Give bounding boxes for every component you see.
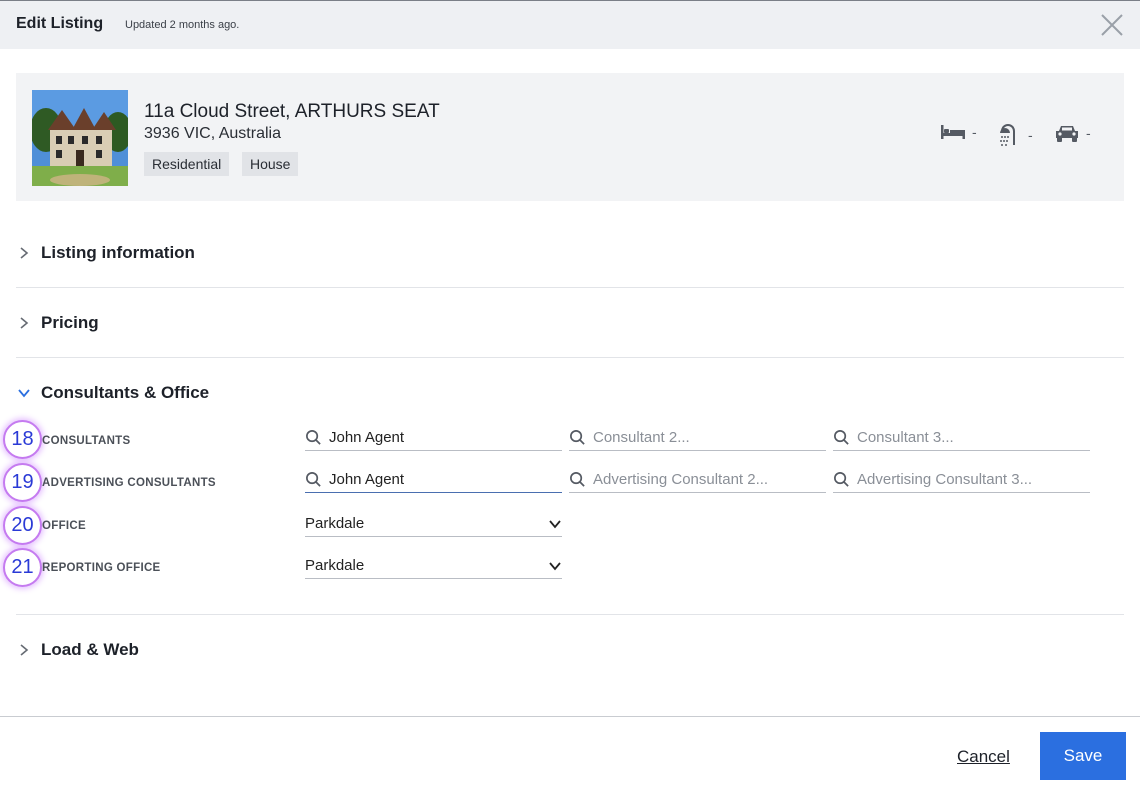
shower-icon	[998, 123, 1022, 147]
annotation-badge: 20	[3, 506, 42, 545]
chevron-down-icon	[549, 519, 561, 528]
property-summary-card: 11a Cloud Street, ARTHURS SEAT 3936 VIC,…	[16, 73, 1124, 201]
bathrooms-value: -	[1028, 127, 1033, 143]
property-address: 11a Cloud Street, ARTHURS SEAT	[144, 101, 440, 122]
office-value: Parkdale	[305, 515, 365, 532]
consultants-label: CONSULTANTS	[42, 435, 131, 447]
bed-icon	[940, 123, 966, 141]
annotation-badge: 21	[3, 548, 42, 587]
bathrooms-feature: -	[998, 123, 1033, 147]
property-photo	[32, 90, 128, 186]
chevron-down-icon	[18, 389, 30, 398]
property-locality: 3936 VIC, Australia	[144, 125, 281, 142]
divider	[16, 357, 1124, 358]
chevron-right-icon	[20, 644, 29, 656]
reporting-office-value: Parkdale	[305, 557, 365, 574]
office-select[interactable]: Parkdale	[305, 511, 562, 537]
modal-title: Edit Listing	[16, 15, 104, 32]
advertising-consultant-3-input[interactable]	[857, 471, 1077, 488]
divider	[16, 287, 1124, 288]
chevron-right-icon	[20, 247, 29, 259]
section-title-listing-information: Listing information	[41, 243, 195, 262]
tag-residential: Residential	[144, 152, 230, 176]
car-icon	[1054, 123, 1080, 143]
section-title-load-web: Load & Web	[41, 640, 139, 659]
search-icon	[570, 430, 585, 445]
consultant-3-input[interactable]	[857, 429, 1077, 446]
reporting-office-select[interactable]: Parkdale	[305, 553, 562, 579]
advertising-consultants-label: ADVERTISING CONSULTANTS	[42, 477, 216, 489]
last-updated-text: Updated 2 months ago.	[125, 19, 240, 31]
section-title-consultants-office: Consultants & Office	[41, 383, 210, 402]
pricing-toggle[interactable]: Pricing	[16, 313, 99, 333]
annotation-badge: 19	[3, 463, 42, 502]
advertising-consultant-2-input[interactable]	[593, 471, 813, 488]
annotation-badge: 18	[3, 420, 42, 459]
bedrooms-value: -	[972, 124, 977, 140]
carspaces-value: -	[1086, 125, 1091, 141]
save-button[interactable]: Save	[1040, 732, 1126, 780]
office-label: OFFICE	[42, 520, 86, 532]
consultants-office-toggle[interactable]: Consultants & Office	[16, 383, 209, 403]
load-web-toggle[interactable]: Load & Web	[16, 640, 139, 660]
search-icon	[306, 472, 321, 487]
modal-header: Edit Listing Updated 2 months ago.	[0, 0, 1140, 49]
cancel-button[interactable]: Cancel	[957, 747, 1010, 767]
advertising-consultant-2-field[interactable]	[569, 467, 826, 493]
section-title-pricing: Pricing	[41, 313, 99, 332]
consultant-2-field[interactable]	[569, 425, 826, 451]
search-icon	[834, 472, 849, 487]
chevron-right-icon	[20, 317, 29, 329]
close-icon[interactable]	[1100, 13, 1124, 37]
search-icon	[306, 430, 321, 445]
bedrooms-feature: -	[940, 123, 977, 141]
divider	[16, 614, 1124, 615]
modal-footer: Cancel Save	[0, 716, 1140, 793]
advertising-consultant-1-input[interactable]	[329, 471, 549, 488]
listing-information-toggle[interactable]: Listing information	[16, 243, 195, 263]
search-icon	[834, 430, 849, 445]
advertising-consultant-3-field[interactable]	[833, 467, 1090, 493]
consultant-3-field[interactable]	[833, 425, 1090, 451]
consultant-2-input[interactable]	[593, 429, 813, 446]
carspaces-feature: -	[1054, 123, 1091, 143]
chevron-down-icon	[549, 561, 561, 570]
advertising-consultant-1-field[interactable]	[305, 467, 562, 493]
tag-house: House	[242, 152, 299, 176]
reporting-office-label: REPORTING OFFICE	[42, 562, 161, 574]
consultant-1-field[interactable]	[305, 425, 562, 451]
search-icon	[570, 472, 585, 487]
consultant-1-input[interactable]	[329, 429, 549, 446]
